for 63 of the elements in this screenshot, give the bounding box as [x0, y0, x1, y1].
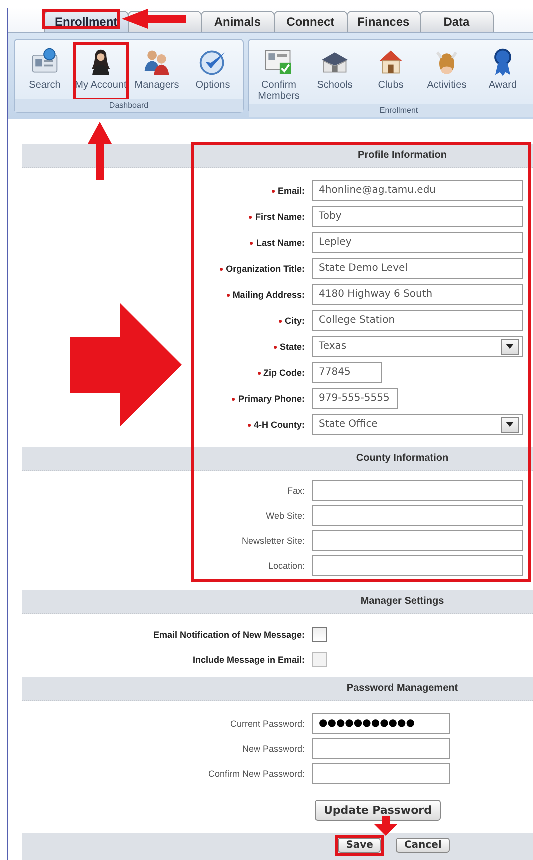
input-field[interactable]: [312, 555, 523, 576]
group-label: Enrollment: [249, 104, 533, 117]
ribbon-button[interactable]: Options: [187, 44, 239, 99]
field-label: Web Site:: [265, 510, 305, 520]
input-field[interactable]: 4honline@ag.tamu.edu: [312, 180, 523, 201]
tab[interactable]: Data: [420, 11, 494, 32]
input-field[interactable]: [312, 763, 450, 784]
ribbon-button[interactable]: Award: [477, 44, 529, 104]
field-label: New Password:: [241, 744, 305, 754]
input-field[interactable]: 4180 Highway 6 South: [312, 284, 523, 305]
field-label: Include Message in Email:: [192, 654, 305, 664]
ribbon-button[interactable]: Confirm Members: [253, 44, 305, 104]
cancel-button[interactable]: Cancel: [396, 838, 450, 853]
field-label: Last Name:: [22, 238, 305, 248]
field-label: Fax:: [286, 486, 305, 496]
input-field[interactable]: [312, 738, 450, 759]
ribbon-button[interactable]: Managers: [131, 44, 183, 99]
section-header: Manager Settings: [22, 590, 533, 614]
field-label: Confirm New Password:: [207, 768, 305, 778]
checkbox[interactable]: [312, 627, 327, 642]
dropdown-arrow-icon: [506, 344, 514, 349]
dropdown[interactable]: Texas: [312, 336, 523, 357]
field-label: Zip Code:: [22, 368, 305, 378]
dropdown[interactable]: State Office: [312, 414, 523, 435]
input-field[interactable]: 77845: [312, 362, 382, 383]
ribbon-button[interactable]: Search: [19, 44, 71, 99]
field-label: City:: [22, 316, 305, 326]
input-field[interactable]: [312, 480, 523, 501]
field-label: State:: [22, 342, 305, 352]
group-label: Dashboard: [15, 99, 243, 112]
ribbon-button[interactable]: My Account: [75, 44, 127, 99]
field-label: Primary Phone:: [22, 394, 305, 404]
ribbon-button[interactable]: Schools: [309, 44, 361, 104]
section-header: County Information: [22, 447, 533, 471]
ribbon-button[interactable]: Activities: [421, 44, 473, 104]
field-label: Mailing Address:: [22, 290, 305, 300]
input-field[interactable]: College Station: [312, 310, 523, 331]
annotation-arrow: [88, 122, 112, 180]
input-field[interactable]: Toby: [312, 206, 523, 227]
input-field[interactable]: ●●●●●●●●●●●: [312, 713, 450, 734]
input-field[interactable]: State Demo Level: [312, 258, 523, 279]
input-field[interactable]: Lepley: [312, 232, 523, 253]
tab[interactable]: Connect: [274, 11, 348, 32]
input-field[interactable]: [312, 530, 523, 551]
input-field[interactable]: [312, 505, 523, 526]
field-label: Email:: [22, 186, 305, 196]
field-label: 4-H County:: [22, 420, 305, 430]
field-label: Organization Title:: [22, 264, 305, 274]
section-header: Password Management: [22, 677, 533, 701]
tab[interactable]: Finances: [346, 11, 421, 32]
field-label: Newsletter Site:: [240, 536, 305, 546]
update-password-button[interactable]: Update Password: [315, 800, 441, 821]
annotation-arrow: [122, 9, 186, 29]
field-label: Current Password:: [229, 718, 305, 728]
field-label: First Name:: [22, 212, 305, 222]
field-label: Email Notification of New Message:: [152, 630, 305, 640]
field-label: Location:: [267, 560, 305, 570]
tab[interactable]: Animals: [200, 11, 275, 32]
section-header: Profile Information: [22, 144, 533, 168]
dropdown-arrow-icon: [506, 422, 514, 427]
input-field[interactable]: 979-555-5555: [312, 388, 398, 409]
save-button[interactable]: Save: [338, 838, 382, 853]
ribbon-button[interactable]: Clubs: [365, 44, 417, 104]
